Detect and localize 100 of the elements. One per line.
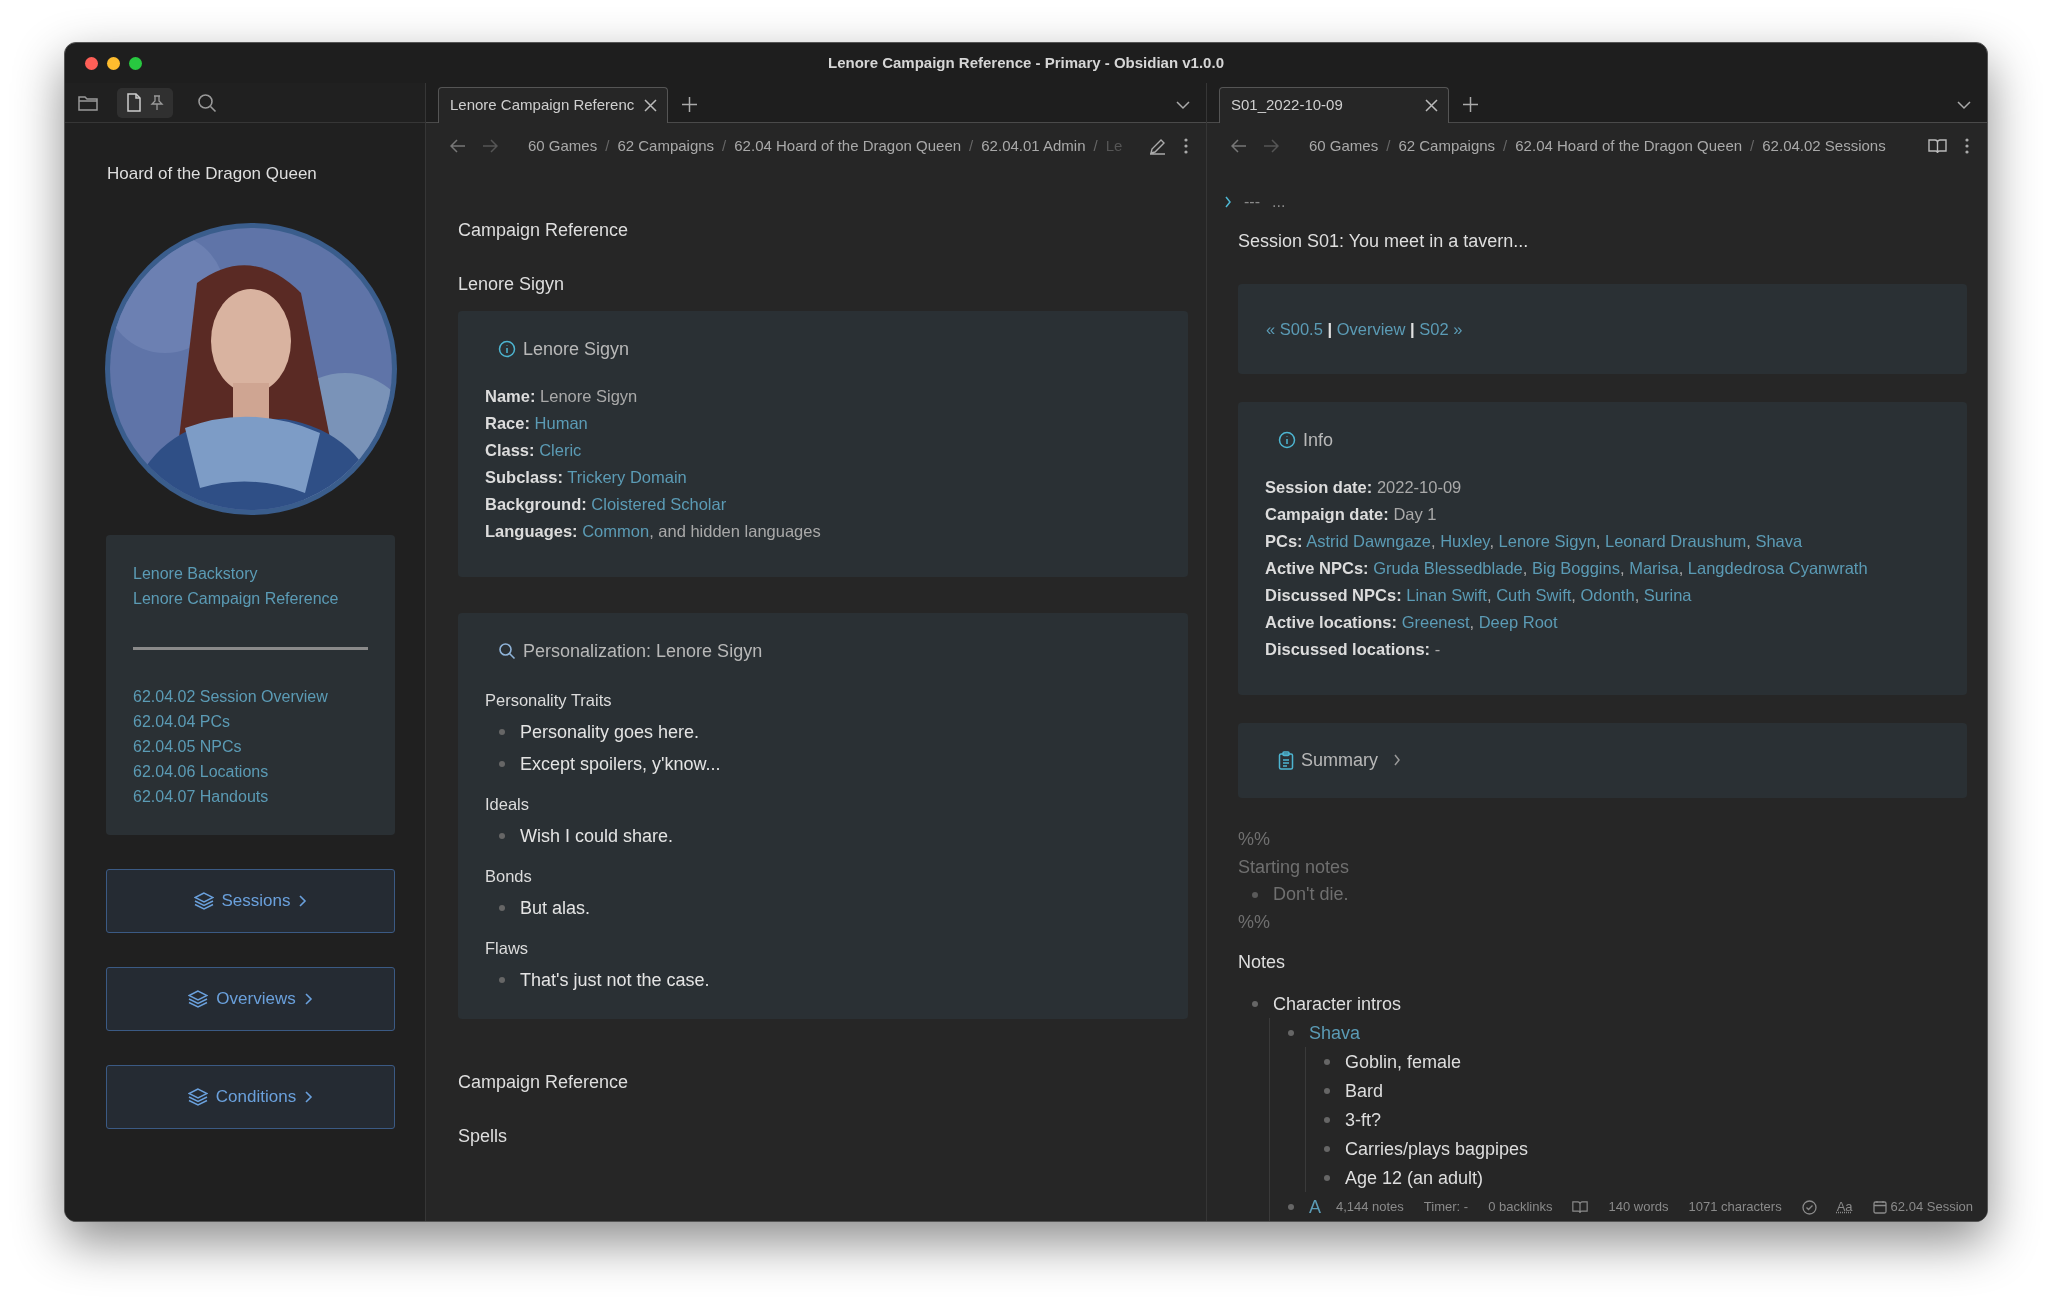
sidebar-link[interactable]: Lenore Backstory (133, 561, 258, 586)
bullet-icon (1252, 1000, 1258, 1007)
layers-icon (193, 892, 214, 910)
link[interactable]: Surina (1643, 586, 1692, 605)
chevron-right-icon[interactable] (1224, 195, 1232, 208)
callout-title: Lenore Sigyn (523, 337, 630, 361)
chevron-right-icon (298, 894, 308, 908)
list-item: Carries/plays bagpipes (1345, 1137, 1529, 1160)
sidebar-button[interactable]: Conditions (106, 1065, 395, 1129)
sidebar-link[interactable]: 62.04.02 Session Overview (133, 684, 328, 709)
link[interactable]: Human (534, 414, 588, 432)
back-arrow-icon[interactable] (450, 139, 466, 153)
section-title: Bonds (485, 865, 532, 887)
link[interactable]: Marisa (1629, 559, 1679, 578)
breadcrumb-separator: / (1750, 135, 1755, 156)
chevron-down-icon[interactable] (1176, 101, 1190, 110)
tab[interactable]: S01_2022-10-09 (1219, 87, 1449, 123)
callout-title: Personalization: Lenore Sigyn (523, 639, 763, 663)
field-line: PCs: Astrid Dawngaze, Huxley, Lenore Sigyn, Leonard Draushum, Shava (1265, 531, 1804, 553)
close-icon[interactable] (644, 99, 657, 112)
field-line: Languages: Common, and hidden languages (485, 521, 822, 542)
link[interactable]: Greenest (1401, 613, 1470, 632)
bullet-icon (499, 833, 505, 839)
close-button[interactable] (85, 56, 98, 70)
breadcrumb-item[interactable]: 62.04 Hoard of the Dragon Queen (1515, 134, 1743, 158)
sidebar-link[interactable]: 62.04.04 PCs (133, 709, 230, 734)
more-options-icon[interactable] (1965, 138, 1969, 154)
chevron-right-icon (304, 1090, 314, 1104)
book-icon[interactable] (1928, 138, 1947, 154)
file-icon[interactable] (126, 93, 142, 112)
sidebar-link[interactable]: 62.04.06 Locations (133, 759, 269, 784)
link[interactable]: Huxley (1440, 532, 1490, 551)
field-line: Subclass: Trickery Domain (485, 467, 688, 488)
status-text: 0 backlinks (1488, 1198, 1553, 1217)
breadcrumb-separator: / (605, 135, 610, 156)
plus-icon[interactable] (1463, 97, 1478, 112)
tab-group-button[interactable] (117, 87, 173, 118)
heading: Session S01: You meet in a tavern... (1238, 229, 1529, 253)
field-line: Campaign date: Day 1 (1265, 504, 1438, 526)
link[interactable]: Langdedrosa Cyanwrath (1687, 559, 1868, 578)
chevron-right-icon (303, 992, 313, 1006)
link[interactable]: Shava (1755, 532, 1803, 551)
section-title: Ideals (485, 793, 530, 815)
font-button[interactable]: Aa (1836, 1197, 1853, 1217)
chevron-right-icon[interactable] (1393, 754, 1401, 767)
book-icon[interactable] (1572, 1200, 1589, 1214)
check-circle-icon[interactable] (1801, 1199, 1817, 1215)
pencil-icon[interactable] (1149, 137, 1166, 155)
list-item: 3-ft? (1345, 1108, 1382, 1131)
zoom-button[interactable] (129, 56, 142, 70)
breadcrumb-item[interactable]: 60 Games (1309, 134, 1379, 158)
list-item: Bard (1345, 1079, 1384, 1102)
link[interactable]: Lenore Sigyn (1498, 532, 1596, 551)
minimize-button[interactable] (107, 56, 120, 70)
link[interactable]: Cleric (539, 441, 582, 459)
link[interactable]: Common (582, 522, 650, 540)
sidebar-link[interactable]: Lenore Campaign Reference (133, 586, 339, 611)
link[interactable]: Cuth Swift (1496, 586, 1572, 605)
more-options-icon[interactable] (1184, 138, 1188, 154)
link[interactable]: Overview (1336, 319, 1406, 338)
link[interactable]: Shava (1309, 1021, 1361, 1044)
link[interactable]: Gruda Blessedblade (1373, 559, 1523, 578)
link[interactable]: Trickery Domain (567, 468, 687, 486)
breadcrumb-item[interactable]: 62 Campaigns (1398, 134, 1496, 158)
sidebar-button[interactable]: Sessions (106, 869, 395, 933)
link[interactable]: S02 » (1419, 319, 1463, 338)
link[interactable]: Cloistered Scholar (591, 495, 727, 513)
breadcrumb-separator: / (1093, 135, 1098, 156)
sidebar-link[interactable]: 62.04.07 Handouts (133, 784, 269, 809)
link[interactable]: Astrid Dawngaze (1306, 532, 1431, 551)
bullet-icon (1324, 1145, 1330, 1152)
back-arrow-icon[interactable] (1231, 139, 1247, 153)
link[interactable]: Big Boggins (1531, 559, 1620, 578)
breadcrumb-item[interactable]: 62.04 Hoard of the Dragon Queen (734, 134, 962, 158)
breadcrumb-item[interactable]: 62 Campaigns (617, 134, 715, 158)
info-icon (498, 340, 516, 358)
status-file[interactable]: 62.04 Session (1890, 1197, 1973, 1217)
link[interactable]: Deep Root (1478, 613, 1558, 632)
plus-icon[interactable] (682, 97, 697, 112)
link[interactable]: A (1309, 1195, 1321, 1218)
close-icon[interactable] (1425, 99, 1438, 112)
sidebar-button[interactable]: Overviews (106, 967, 395, 1031)
clipboard-icon (1278, 750, 1294, 770)
chevron-down-icon[interactable] (1957, 101, 1971, 110)
link[interactable]: « S00.5 (1266, 319, 1323, 338)
sidebar-link[interactable]: 62.04.05 NPCs (133, 734, 242, 759)
link[interactable]: Leonard Draushum (1605, 532, 1747, 551)
link[interactable]: Odonth (1580, 586, 1635, 605)
calendar-icon[interactable] (1872, 1200, 1887, 1214)
breadcrumb-item[interactable]: 62.04.01 Admin (981, 134, 1086, 158)
breadcrumb-item[interactable]: 60 Games (528, 134, 598, 158)
search-icon[interactable] (197, 92, 217, 113)
window-title: Lenore Campaign Reference - Primary - Obsidian v1.0.0 (828, 52, 1224, 73)
link[interactable]: Linan Swift (1406, 586, 1487, 605)
comment-text: %% (1238, 828, 1270, 852)
tab[interactable]: Lenore Campaign Referenc (438, 87, 668, 123)
pin-icon[interactable] (150, 94, 164, 111)
callout-title: Summary (1301, 748, 1378, 772)
bullet-icon (1324, 1174, 1330, 1181)
breadcrumb-item[interactable]: 62.04.02 Sessions (1762, 134, 1886, 158)
